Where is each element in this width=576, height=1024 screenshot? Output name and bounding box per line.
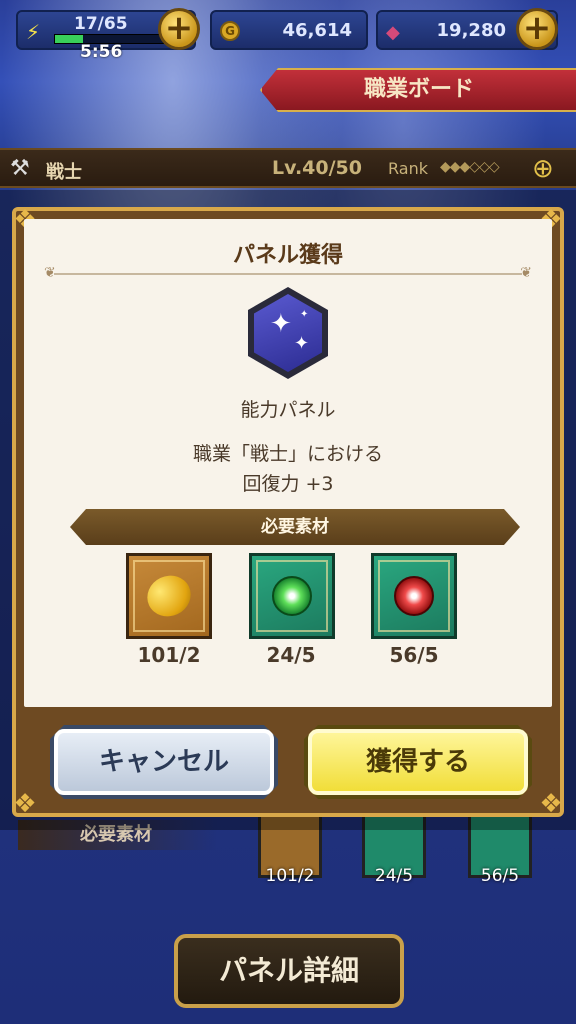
sparkle-icon: ✦ bbox=[294, 333, 310, 354]
material-slot bbox=[249, 553, 335, 639]
gold-box: G 46,614 bbox=[210, 10, 368, 50]
acquire-panel-dialog: ❖ ❖ ❖ ❖ パネル獲得 ❦ ❦ ✦ ✦ ✦ 能力パネル 職業「戦士」における… bbox=[12, 205, 564, 819]
title-divider bbox=[54, 273, 522, 275]
bg-count: 24/5 bbox=[374, 866, 414, 886]
gold-value: 46,614 bbox=[282, 20, 352, 41]
sparkle-icon: ✦ bbox=[270, 309, 292, 339]
stamina-value: 17/65 bbox=[74, 14, 128, 34]
dialog-content: パネル獲得 ❦ ❦ ✦ ✦ ✦ 能力パネル 職業「戦士」における 回復力 +3 … bbox=[24, 219, 552, 707]
ability-panel-icon: ✦ ✦ ✦ bbox=[248, 287, 328, 379]
corner-ornament-icon: ❖ bbox=[539, 789, 563, 819]
bg-count: 101/2 bbox=[265, 866, 315, 886]
stamina-timer: 5:56 bbox=[80, 42, 123, 62]
gem-value: 19,280 bbox=[436, 20, 506, 41]
panel-effect-line2: 回復力 +3 bbox=[242, 473, 334, 495]
sparkle-icon: ✦ bbox=[300, 309, 309, 320]
green-orb-icon bbox=[272, 576, 312, 616]
panel-detail-button[interactable]: パネル詳細 bbox=[174, 934, 404, 1008]
status-bar: ⚡ 17/65 5:56 + G 46,614 ◆ 19,280 + bbox=[0, 0, 576, 62]
lightning-icon: ⚡ bbox=[26, 20, 41, 44]
bg-count: 56/5 bbox=[480, 866, 520, 886]
rule-ornament-icon: ❦ bbox=[520, 265, 532, 281]
gold-coin-icon: G bbox=[220, 21, 240, 41]
stamina-bar-fill bbox=[55, 35, 84, 43]
dialog-title: パネル獲得 bbox=[232, 243, 343, 268]
job-level: Lv.40/50 bbox=[272, 157, 362, 179]
corner-ornament-icon: ❖ bbox=[13, 789, 37, 819]
red-orb-icon bbox=[394, 576, 434, 616]
job-bar: ⚒ 戦士 Lv.40/50 Rank ◆◆◆◇◇◇ ⊕ bbox=[0, 148, 576, 188]
material-count: 101/2 bbox=[137, 643, 201, 667]
material-slot bbox=[126, 553, 212, 639]
axe-icon: ⚒ bbox=[10, 156, 30, 181]
panel-name: 能力パネル bbox=[240, 399, 336, 421]
job-name: 戦士 bbox=[46, 162, 82, 183]
material-count: 24/5 bbox=[266, 643, 316, 667]
material-count: 56/5 bbox=[389, 643, 439, 667]
acquire-button[interactable]: 獲得する bbox=[304, 725, 532, 799]
material-slot bbox=[371, 553, 457, 639]
cancel-button[interactable]: キャンセル bbox=[50, 725, 278, 799]
add-gems-button[interactable]: + bbox=[516, 8, 558, 50]
required-materials-label: 必要素材 bbox=[70, 509, 520, 545]
job-board-banner: 職業ボード bbox=[260, 68, 576, 112]
add-stamina-button[interactable]: + bbox=[158, 8, 200, 50]
gem-icon: ◆ bbox=[386, 22, 400, 43]
rank-label: Rank bbox=[388, 159, 428, 178]
zoom-icon[interactable]: ⊕ bbox=[532, 154, 554, 184]
rank-marks: ◆◆◆◇◇◇ bbox=[440, 159, 500, 175]
panel-effect-line1: 職業「戦士」における bbox=[192, 443, 383, 465]
